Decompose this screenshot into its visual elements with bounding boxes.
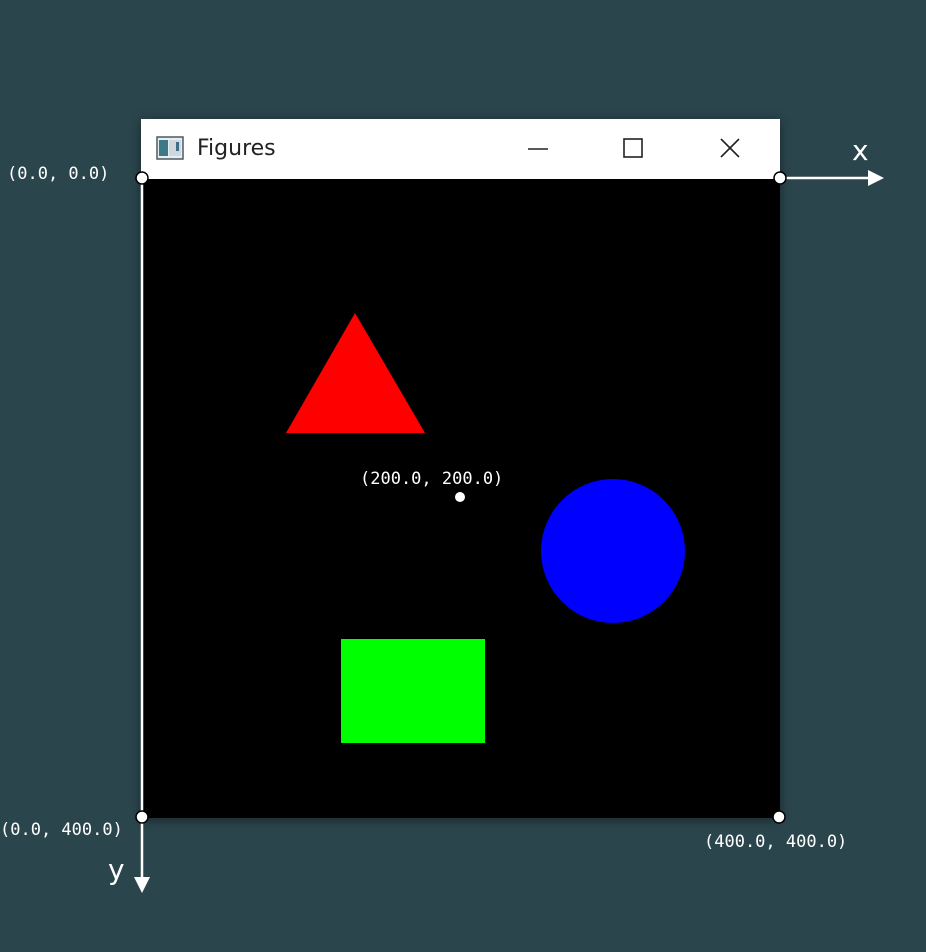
red-triangle: [286, 313, 425, 433]
x-axis-label: x: [852, 134, 869, 167]
origin-coordinate-label: (0.0, 0.0): [7, 164, 110, 184]
y-axis-label: y: [108, 853, 125, 886]
window-title: Figures: [197, 136, 276, 161]
x-axis-arrowhead: [868, 170, 884, 186]
diagram-stage: Figures (0.0, 0.0) (200.0, 200.0) (0.0, …: [0, 0, 926, 952]
close-button[interactable]: [709, 129, 751, 169]
minimize-button[interactable]: [517, 129, 559, 169]
maximize-icon: [623, 138, 643, 158]
shapes-layer: [286, 313, 685, 743]
center-coordinate-label: (200.0, 200.0): [360, 469, 504, 489]
bottom-right-coordinate-label: (400.0, 400.0): [704, 832, 848, 852]
close-icon: [720, 138, 740, 158]
y-axis-arrowhead: [134, 877, 150, 893]
minimize-icon: [528, 148, 548, 150]
bottom-left-coordinate-label: (0.0, 400.0): [0, 820, 123, 840]
drawing-canvas[interactable]: [141, 179, 780, 818]
title-bar[interactable]: Figures: [141, 119, 780, 179]
app-icon: [156, 136, 184, 160]
blue-circle: [541, 479, 685, 623]
green-rectangle: [341, 639, 485, 743]
maximize-button[interactable]: [612, 129, 654, 169]
